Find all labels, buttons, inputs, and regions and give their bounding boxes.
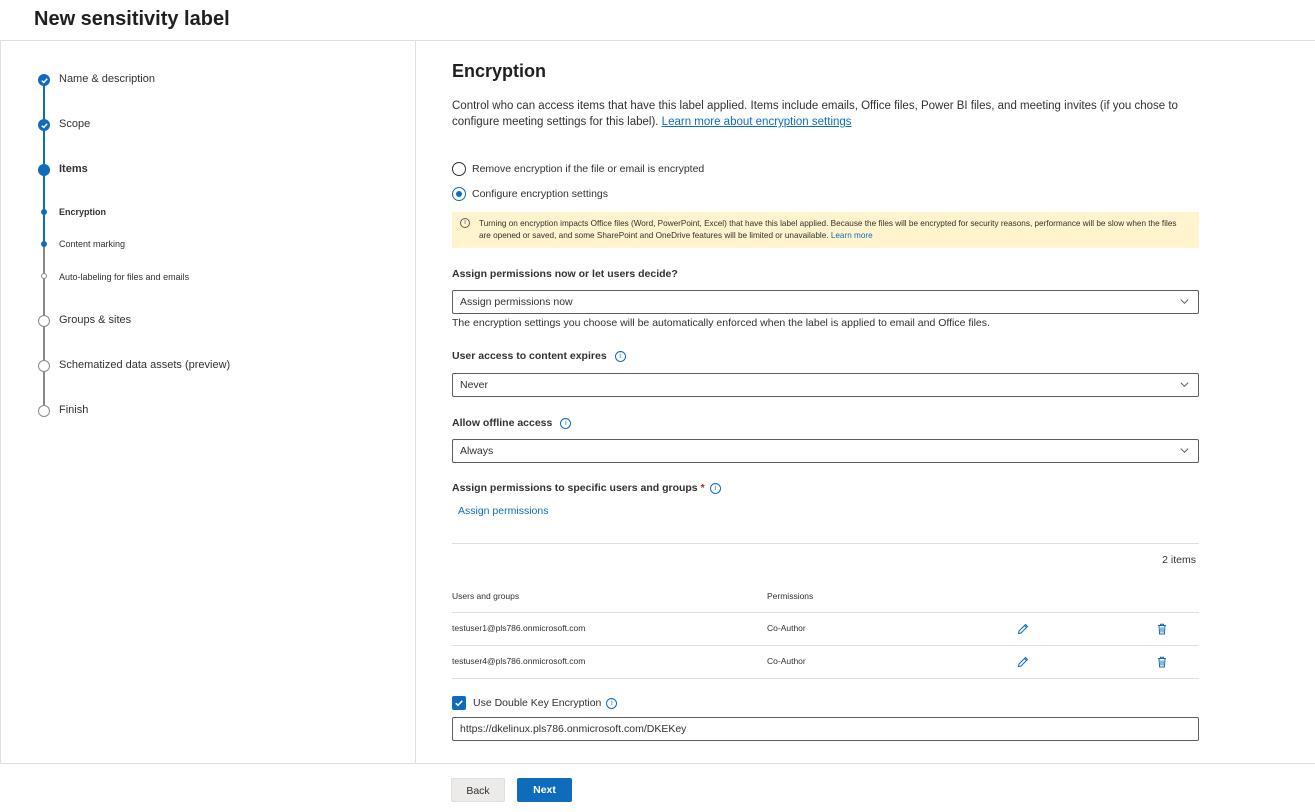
step-groups-sites[interactable]: Groups & sites <box>59 314 131 326</box>
trash-icon[interactable] <box>1155 655 1169 669</box>
step-items[interactable]: Items <box>59 163 88 175</box>
offline-label: Allow offline access i <box>452 417 572 429</box>
column-header-users[interactable]: Users and groups <box>452 591 519 601</box>
warning-learn-more-link[interactable]: Learn more <box>831 231 873 240</box>
assign-mode-label: Assign permissions now or let users deci… <box>452 268 678 280</box>
step-finish[interactable]: Finish <box>59 404 88 416</box>
assign-permissions-link[interactable]: Assign permissions <box>458 505 548 517</box>
items-count: 2 items <box>1162 554 1196 566</box>
row-permission: Co-Author <box>767 623 806 633</box>
divider <box>452 543 1199 544</box>
substep-dot <box>41 209 47 215</box>
chevron-down-icon <box>1180 448 1189 454</box>
step-schematized-data-assets[interactable]: Schematized data assets (preview) <box>59 359 230 371</box>
pencil-icon[interactable] <box>1016 622 1030 636</box>
assign-mode-helper: The encryption settings you choose will … <box>452 317 990 329</box>
warning-text: Turning on encryption impacts Office fil… <box>479 219 1177 240</box>
substep-content-marking[interactable]: Content marking <box>59 239 125 249</box>
dropdown-value: Assign permissions now <box>460 296 573 308</box>
table-divider <box>452 678 1199 679</box>
info-icon[interactable]: i <box>709 482 721 494</box>
assign-mode-dropdown[interactable]: Assign permissions now <box>452 290 1199 314</box>
radio-button[interactable] <box>452 162 466 176</box>
step-pending-dot <box>38 315 50 327</box>
offline-dropdown[interactable]: Always <box>452 439 1199 463</box>
label-text: Allow offline access <box>452 417 553 429</box>
expires-label: User access to content expires i <box>452 350 626 362</box>
step-complete-checkmark-icon <box>38 119 50 131</box>
substep-encryption[interactable]: Encryption <box>59 207 106 217</box>
row-user: testuser1@pls786.onmicrosoft.com <box>452 623 586 633</box>
step-scope[interactable]: Scope <box>59 118 90 130</box>
back-button[interactable]: Back <box>451 778 505 802</box>
intro-text: Control who can access items that have t… <box>452 98 1202 130</box>
dropdown-value: Never <box>460 379 489 391</box>
step-pending-dot <box>38 405 50 417</box>
row-permission: Co-Author <box>767 656 806 666</box>
learn-more-encryption-link[interactable]: Learn more about encryption settings <box>662 116 852 128</box>
table-divider <box>452 645 1199 646</box>
table-divider <box>452 612 1199 613</box>
step-connector <box>43 171 45 241</box>
dropdown-value: Always <box>460 445 494 457</box>
radio-remove-encryption[interactable]: Remove encryption if the file or email i… <box>452 162 704 176</box>
substep-dot <box>41 273 47 279</box>
required-marker: * <box>700 482 705 494</box>
footer-bar: Back Next <box>0 763 1315 812</box>
wizard-steps-panel: Name & description Scope Items Encryptio… <box>0 41 416 763</box>
radio-button-selected[interactable] <box>452 187 466 201</box>
pencil-icon[interactable] <box>1016 655 1030 669</box>
page-title: New sensitivity label <box>34 8 230 30</box>
radio-label: Configure encryption settings <box>472 188 608 200</box>
section-heading: Encryption <box>452 61 547 81</box>
info-icon[interactable]: i <box>606 697 618 709</box>
label-text: Assign permissions to specific users and… <box>452 482 698 494</box>
dke-url-input[interactable]: https://dkelinux.pls786.onmicrosoft.com/… <box>452 717 1199 741</box>
step-complete-checkmark-icon <box>38 74 50 86</box>
chevron-down-icon <box>1180 382 1189 388</box>
substep-dot <box>41 241 47 247</box>
warning-banner: i Turning on encryption impacts Office f… <box>452 212 1199 248</box>
specific-permissions-label: Assign permissions to specific users and… <box>452 482 721 494</box>
dke-label: Use Double Key Encryption <box>473 697 602 709</box>
label-text: User access to content expires <box>452 350 607 362</box>
column-header-permissions[interactable]: Permissions <box>767 591 813 601</box>
checkmark-icon <box>455 700 463 707</box>
label-text: Assign permissions now or let users deci… <box>452 268 678 280</box>
expires-dropdown[interactable]: Never <box>452 373 1199 397</box>
step-current-dot <box>38 164 50 176</box>
substep-auto-labeling[interactable]: Auto-labeling for files and emails <box>59 272 189 282</box>
dke-checkbox-row[interactable]: Use Double Key Encryption i <box>452 696 618 710</box>
radio-configure-encryption[interactable]: Configure encryption settings <box>452 187 608 201</box>
radio-label: Remove encryption if the file or email i… <box>472 163 705 175</box>
row-user: testuser4@pls786.onmicrosoft.com <box>452 656 586 666</box>
step-name-description[interactable]: Name & description <box>59 73 155 85</box>
page-header: New sensitivity label <box>0 0 1315 41</box>
dke-checkbox[interactable] <box>452 696 466 710</box>
chevron-down-icon <box>1180 299 1189 305</box>
info-icon[interactable]: i <box>560 417 572 429</box>
step-pending-dot <box>38 360 50 372</box>
info-icon: i <box>460 218 470 228</box>
trash-icon[interactable] <box>1155 622 1169 636</box>
next-button[interactable]: Next <box>517 778 572 802</box>
info-icon[interactable]: i <box>614 350 626 362</box>
